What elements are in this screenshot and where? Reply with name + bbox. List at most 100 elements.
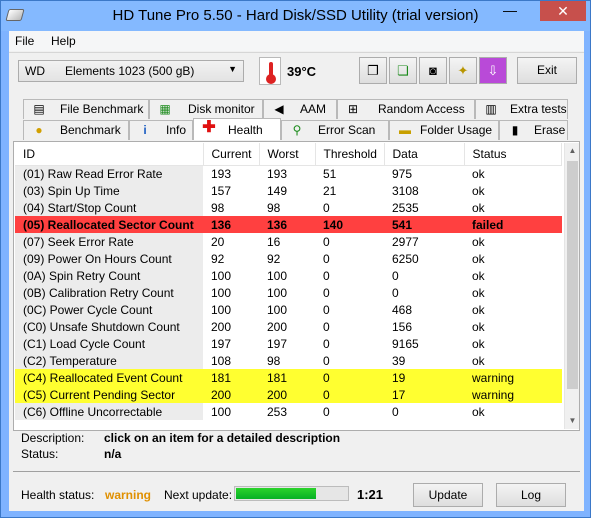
table-row[interactable]: (0A) Spin Retry Count 100 100 0 0 ok [15,267,562,284]
cell-status: ok [472,234,485,249]
health-panel: ID Current Worst Threshold Data Status (… [13,141,580,431]
tab-erase[interactable]: ▮ Erase [499,120,568,140]
column-header-current[interactable]: Current [203,143,260,166]
cell-current: 108 [211,353,232,368]
table-row[interactable]: (0B) Calibration Retry Count 100 100 0 0 ok [15,284,562,301]
cell-current: 157 [211,183,232,198]
cell-threshold: 0 [323,251,330,266]
log-button[interactable]: Log [496,483,566,507]
tab-extra-tests[interactable]: ▥ Extra tests [475,99,568,119]
cell-data: 0 [392,268,399,283]
camera-icon: ◙ [429,63,437,78]
column-header-status[interactable]: Status [464,143,562,166]
cell-current: 136 [203,216,259,233]
cell-status: ok [472,336,485,351]
table-row[interactable]: (03) Spin Up Time 157 149 21 3108 ok [15,182,562,199]
cell-data: 2977 [392,234,419,249]
cell-current: 98 [211,200,225,215]
client-area: File Help WD Elements 1023 (500 gB) ▼ 39… [9,31,584,511]
cell-worst: 98 [267,353,281,368]
cell-data: 19 [384,369,464,386]
cell-id: (05) Reallocated Sector Count [15,216,203,233]
column-header-id[interactable]: ID [15,143,204,166]
cell-data: 2535 [392,200,419,215]
screenshot-button[interactable]: ◙ [419,57,447,84]
cell-threshold: 0 [323,285,330,300]
smart-table[interactable]: ID Current Worst Threshold Data Status (… [15,143,562,420]
table-body: (01) Raw Read Error Rate 193 193 51 975 ok (03… [15,165,562,420]
cell-status: ok [472,268,485,283]
cell-current: 181 [203,369,259,386]
red-cross-icon: ✚ [202,119,216,136]
table-row[interactable]: (09) Power On Hours Count 92 92 0 6250 ok [15,250,562,267]
next-update-label: Next update: [164,488,233,502]
vertical-scrollbar[interactable]: ▲ ▼ [564,143,579,429]
drive-select[interactable]: WD Elements 1023 (500 gB) ▼ [18,60,244,82]
cell-id: (03) Spin Up Time [15,182,203,199]
tab-health[interactable]: ✚ Health [193,118,281,140]
tab-folder-usage[interactable]: ▬ Folder Usage [389,120,499,140]
cell-status: ok [472,166,485,181]
description-label: Description: [21,431,85,445]
table-row[interactable]: (07) Seek Error Rate 20 16 0 2977 ok [15,233,562,250]
cell-status: warning [464,386,562,403]
status-value: n/a [104,447,122,461]
table-row[interactable]: (0C) Power Cycle Count 100 100 0 468 ok [15,301,562,318]
tab-aam[interactable]: ◀ AAM [263,99,337,119]
tab-disk-monitor[interactable]: ▦ Disk monitor [149,99,263,119]
exit-button[interactable]: Exit [517,57,577,84]
cell-id: (0B) Calibration Retry Count [15,284,203,301]
table-row[interactable]: (05) Reallocated Sector Count 136 136 140 54… [15,216,562,233]
update-button[interactable]: Update [413,483,483,507]
cell-worst: 16 [267,234,281,249]
cell-status: ok [472,404,485,419]
cell-worst: 193 [267,166,288,181]
table-row[interactable]: (C6) Offline Uncorrectable 100 253 0 0 ok [15,403,562,420]
column-header-data[interactable]: Data [384,143,465,166]
minimize-button[interactable]: — [497,1,523,21]
table-row[interactable]: (01) Raw Read Error Rate 193 193 51 975 ok [15,165,562,182]
tab-random-access[interactable]: ⊞ Random Access [337,99,475,119]
cell-worst: 136 [259,216,315,233]
tab-label: Erase [534,123,566,137]
next-update-progress [234,486,349,501]
tab-info[interactable]: i Info [129,120,193,140]
menu-file[interactable]: File [15,34,34,48]
table-row[interactable]: (C2) Temperature 108 98 0 39 ok [15,352,562,369]
cell-worst: 100 [267,268,288,283]
cell-worst: 197 [267,336,288,351]
tab-label: Random Access [378,102,465,116]
options-button[interactable]: ✦ [449,57,477,84]
column-header-threshold[interactable]: Threshold [315,143,385,166]
copy-button[interactable]: ❐ [359,57,387,84]
cell-threshold: 0 [323,353,330,368]
tab-error-scan[interactable]: ⚲ Error Scan [281,120,389,140]
cell-status: ok [472,183,485,198]
tab-file-benchmark[interactable]: ▤ File Benchmark [23,99,149,119]
download-button[interactable]: ⇩ [479,57,507,84]
menu-help[interactable]: Help [51,34,76,48]
cell-current: 100 [211,268,232,283]
close-button[interactable]: ✕ [540,1,586,21]
scroll-up-icon[interactable]: ▲ [565,143,580,159]
table-row[interactable]: (C4) Reallocated Event Count 181 181 0 19 war… [15,369,562,386]
cell-id: (C2) Temperature [15,352,203,369]
table-row[interactable]: (04) Start/Stop Count 98 98 0 2535 ok [15,199,562,216]
table-row[interactable]: (C1) Load Cycle Count 197 197 0 9165 ok [15,335,562,352]
description-value: click on an item for a detailed descript… [104,431,341,445]
title-bar[interactable]: HD Tune Pro 5.50 - Hard Disk/SSD Utility… [1,1,590,31]
cell-data: 9165 [392,336,419,351]
tab-benchmark[interactable]: ● Benchmark [23,120,129,140]
next-update-time: 1:21 [357,487,384,502]
cell-threshold: 21 [323,183,337,198]
tab-label: Benchmark [60,123,121,137]
copy-all-button[interactable]: ❏ [389,57,417,84]
table-row[interactable]: (C0) Unsafe Shutdown Count 200 200 0 156 ok [15,318,562,335]
cell-status: failed [464,216,562,233]
scroll-thumb[interactable] [567,161,578,389]
column-header-worst[interactable]: Worst [259,143,316,166]
tab-label: Health [228,123,263,137]
menu-separator [9,52,584,53]
table-row[interactable]: (C5) Current Pending Sector 200 200 0 17 warn… [15,386,562,403]
tab-label: File Benchmark [60,102,144,116]
